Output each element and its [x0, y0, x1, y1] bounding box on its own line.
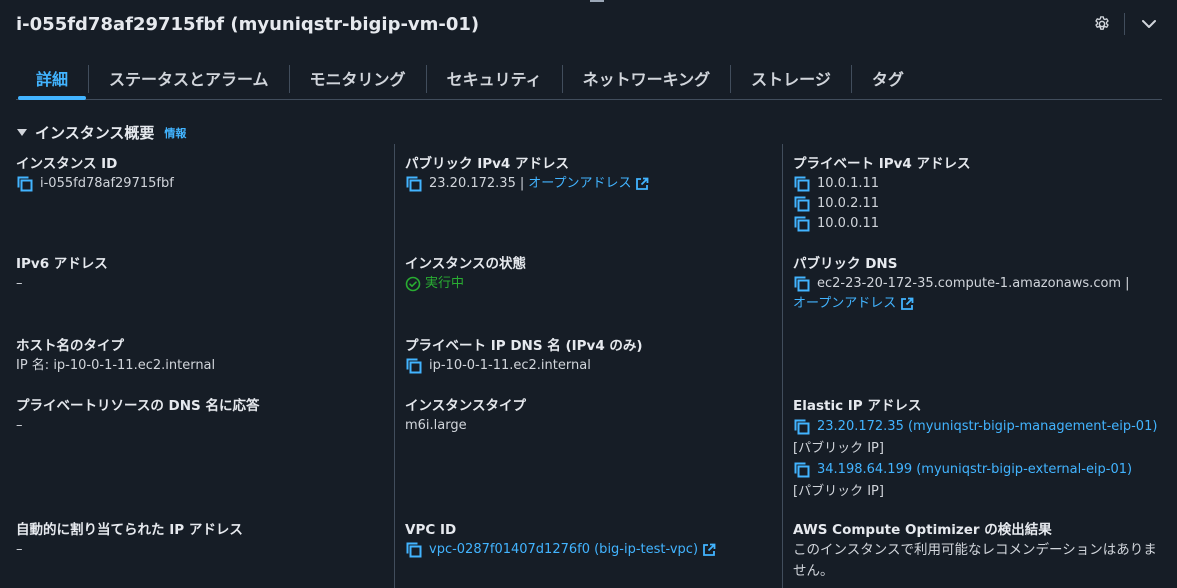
instance-type-value: m6i.large [405, 418, 467, 433]
caret-down-icon[interactable] [17, 129, 27, 136]
field-instance-state: インスタンスの状態 実行中 [405, 254, 775, 294]
column-divider [782, 144, 783, 588]
external-link-icon[interactable] [702, 543, 716, 557]
copy-icon[interactable] [16, 175, 34, 193]
tab-status-alarms[interactable]: ステータスとアラーム [89, 58, 289, 98]
compute-optimizer-value: このインスタンスで利用可能なレコメンデーションはありません。 [793, 542, 1157, 579]
field-label: パブリック IPv4 アドレス [405, 156, 570, 172]
tab-storage[interactable]: ストレージ [731, 58, 851, 98]
field-elastic-ip: Elastic IP アドレス 23.20.172.35 (myuniqstr-… [793, 396, 1163, 502]
tab-bar: 詳細 ステータスとアラーム モニタリング セキュリティ ネットワーキング ストレ… [16, 58, 1162, 100]
column-divider [394, 144, 395, 588]
page-title: i-055fd78af29715fbf (myuniqstr-bigip-vm-… [16, 13, 480, 35]
separator: | [1125, 276, 1130, 291]
field-private-ipv4: プライベート IPv4 アドレス 10.0.1.11 10.0.2.11 10.… [793, 154, 1163, 234]
elastic-ip-kind: [パブリック IP] [793, 484, 884, 499]
top-handle [590, 0, 604, 2]
field-private-ip-dns: プライベート IP DNS 名 (IPv4 のみ) ip-10-0-1-11.e… [405, 336, 775, 376]
elastic-ip-link[interactable]: 34.198.64.199 (myuniqstr-bigip-external-… [817, 460, 1132, 480]
field-label: パブリック DNS [793, 256, 898, 272]
field-value: オープンアドレス [793, 294, 1163, 314]
field-instance-id: インスタンス ID i-055fd78af29715fbf [16, 154, 386, 194]
field-label: インスタンス ID [16, 156, 118, 172]
field-label: プライベート IPv4 アドレス [793, 156, 971, 172]
field-label: Elastic IP アドレス [793, 398, 922, 414]
check-circle-icon [405, 276, 421, 292]
external-link-icon[interactable] [635, 177, 649, 191]
field-instance-type: インスタンスタイプ m6i.large [405, 396, 775, 436]
field-private-resource-dns: プライベートリソースの DNS 名に応答 – [16, 396, 386, 436]
field-value: vpc-0287f01407d1276f0 (big-ip-test-vpc) [405, 540, 775, 560]
field-value: 23.20.172.35 | オープンアドレス [405, 174, 775, 194]
elastic-ip-link[interactable]: 23.20.172.35 (myuniqstr-bigip-management… [817, 417, 1157, 437]
field-label: IPv6 アドレス [16, 256, 108, 272]
copy-icon[interactable] [405, 357, 423, 375]
gear-icon[interactable] [1090, 12, 1114, 36]
header-divider [1124, 13, 1125, 35]
open-address-link[interactable]: オープンアドレス [793, 294, 896, 314]
field-ipv6: IPv6 アドレス – [16, 254, 386, 294]
field-value: 実行中 [405, 274, 775, 294]
ipv6-value: – [16, 276, 23, 291]
field-auto-assigned-ip: 自動的に割り当てられた IP アドレス – [16, 520, 386, 560]
field-label: AWS Compute Optimizer の検出結果 [793, 522, 1052, 538]
field-label: 自動的に割り当てられた IP アドレス [16, 522, 243, 538]
tab-details[interactable]: 詳細 [16, 58, 88, 100]
field-value: i-055fd78af29715fbf [16, 174, 386, 194]
field-value: ip-10-0-1-11.ec2.internal [405, 356, 775, 376]
private-ipv4-value: 10.0.2.11 [817, 196, 880, 211]
copy-icon[interactable] [793, 195, 811, 213]
field-compute-optimizer: AWS Compute Optimizer の検出結果 このインスタンスで利用可… [793, 520, 1163, 582]
field-value: 10.0.1.11 [793, 174, 1163, 194]
copy-icon[interactable] [793, 175, 811, 193]
private-ipv4-value: 10.0.1.11 [817, 176, 880, 191]
elastic-ip-kind: [パブリック IP] [793, 441, 884, 456]
copy-icon[interactable] [793, 461, 811, 479]
header-actions [1090, 11, 1161, 37]
field-label: プライベート IP DNS 名 (IPv4 のみ) [405, 338, 643, 354]
field-value: 10.0.0.11 [793, 214, 1163, 234]
private-resource-dns-value: – [16, 418, 23, 433]
instance-state-value: 実行中 [425, 276, 465, 291]
field-vpc-id: VPC ID vpc-0287f01407d1276f0 (big-ip-tes… [405, 520, 775, 560]
field-label: VPC ID [405, 522, 457, 538]
section-header: インスタンス概要 情報 [17, 122, 186, 143]
field-label: インスタンスタイプ [405, 398, 526, 414]
field-label: プライベートリソースの DNS 名に応答 [16, 398, 260, 414]
page-header: i-055fd78af29715fbf (myuniqstr-bigip-vm-… [16, 11, 1161, 37]
field-label: インスタンスの状態 [405, 256, 526, 272]
field-value: 23.20.172.35 (myuniqstr-bigip-management… [793, 417, 1163, 437]
tab-monitoring[interactable]: モニタリング [290, 58, 426, 98]
external-link-icon[interactable] [900, 297, 914, 311]
public-dns-value: ec2-23-20-172-35.compute-1.amazonaws.com [817, 276, 1122, 291]
tab-networking[interactable]: ネットワーキング [563, 58, 731, 98]
field-value: 34.198.64.199 (myuniqstr-bigip-external-… [793, 460, 1163, 480]
open-address-link[interactable]: オープンアドレス [528, 174, 631, 194]
tab-tags[interactable]: タグ [852, 58, 924, 98]
info-link[interactable]: 情報 [164, 125, 186, 141]
instance-id-value: i-055fd78af29715fbf [40, 176, 174, 191]
field-public-ipv4: パブリック IPv4 アドレス 23.20.172.35 | オープンアドレス [405, 154, 775, 194]
auto-assigned-ip-value: – [16, 542, 23, 557]
chevron-down-icon[interactable] [1137, 12, 1161, 36]
hostname-type-value: IP 名: ip-10-0-1-11.ec2.internal [16, 358, 216, 373]
copy-icon[interactable] [405, 541, 423, 559]
copy-icon[interactable] [793, 418, 811, 436]
section-title: インスタンス概要 [35, 124, 155, 142]
copy-icon[interactable] [793, 215, 811, 233]
copy-icon[interactable] [405, 175, 423, 193]
field-label: ホスト名のタイプ [16, 338, 124, 354]
public-ipv4-value: 23.20.172.35 [429, 176, 516, 191]
private-ipv4-value: 10.0.0.11 [817, 216, 880, 231]
field-public-dns: パブリック DNS ec2-23-20-172-35.compute-1.ama… [793, 254, 1163, 314]
separator: | [519, 176, 525, 191]
private-ip-dns-value: ip-10-0-1-11.ec2.internal [429, 358, 591, 373]
vpc-id-link[interactable]: vpc-0287f01407d1276f0 (big-ip-test-vpc) [429, 540, 698, 560]
copy-icon[interactable] [793, 275, 811, 293]
field-value: 10.0.2.11 [793, 194, 1163, 214]
field-hostname-type: ホスト名のタイプ IP 名: ip-10-0-1-11.ec2.internal [16, 336, 386, 376]
field-value: ec2-23-20-172-35.compute-1.amazonaws.com… [793, 274, 1163, 294]
tab-security[interactable]: セキュリティ [427, 58, 562, 98]
